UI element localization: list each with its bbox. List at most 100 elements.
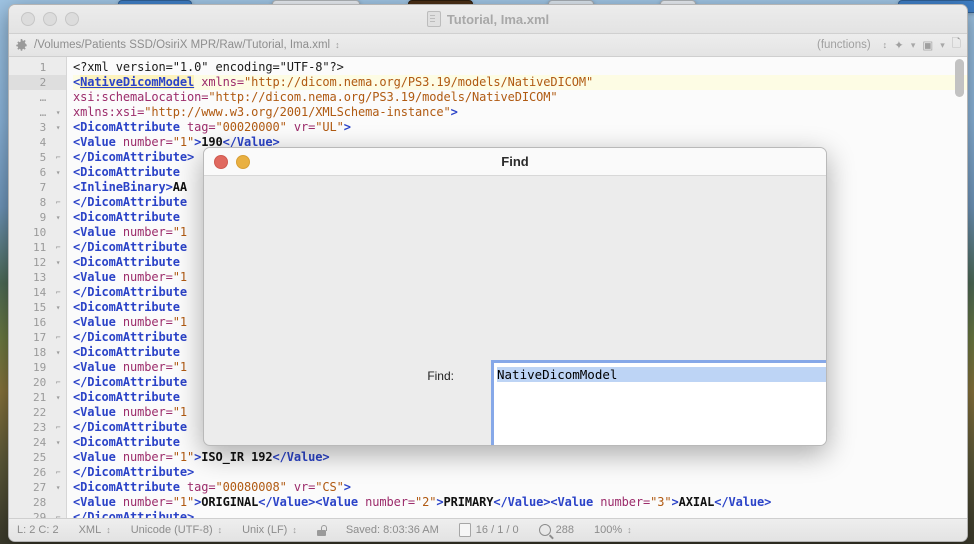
gutter-row[interactable]: … <box>9 90 66 105</box>
split-view-icon[interactable]: ▣ <box>922 38 933 52</box>
gutter-row[interactable]: 17 ⌐ <box>9 330 66 345</box>
find-dialog-titlebar[interactable]: Find <box>204 148 826 176</box>
lock-toggle[interactable] <box>316 524 327 536</box>
bookmark-icon[interactable]: ✦ <box>894 38 904 52</box>
code-token: <DicomAttribute <box>73 300 180 314</box>
line-number: 3 <box>39 121 47 134</box>
fold-toggle-icon[interactable]: ▾ <box>50 435 66 450</box>
split-chevron-down-icon[interactable]: ▾ <box>940 40 945 51</box>
fold-toggle-icon[interactable]: ⌐ <box>50 195 66 210</box>
bookmark-chevron-down-icon[interactable]: ▾ <box>911 40 916 51</box>
gutter-row[interactable]: 25 <box>9 450 66 465</box>
gutter-row[interactable]: 19 <box>9 360 66 375</box>
gutter-row[interactable]: 29 ⌐ <box>9 510 66 518</box>
fold-toggle-icon[interactable]: ▾ <box>50 210 66 225</box>
line-number: 17 <box>33 331 47 344</box>
fold-toggle-icon[interactable]: ⌐ <box>50 375 66 390</box>
fold-toggle-icon[interactable]: ▾ <box>50 390 66 405</box>
fold-toggle-icon[interactable]: ▾ <box>50 105 66 120</box>
line-endings-stepper-icon[interactable]: ↕ <box>292 525 297 535</box>
new-document-icon[interactable]: 🗋 <box>952 36 961 55</box>
gutter-row[interactable]: 14 ⌐ <box>9 285 66 300</box>
gutter-row[interactable]: 27 ▾ <box>9 480 66 495</box>
gutter-row[interactable]: 15 ▾ <box>9 300 66 315</box>
gutter-row[interactable]: 8 ⌐ <box>9 195 66 210</box>
gutter-row[interactable]: 2 <box>9 75 66 90</box>
window-titlebar[interactable]: Tutorial, Ima.xml <box>9 5 967 34</box>
gutter-row[interactable]: 5 ⌐ <box>9 150 66 165</box>
fold-toggle-icon[interactable]: ▾ <box>50 120 66 135</box>
functions-popup[interactable]: (functions) <box>817 39 871 51</box>
scrollbar-thumb[interactable] <box>955 59 964 97</box>
code-token: "2" <box>415 495 437 509</box>
gutter-row[interactable]: 16 <box>9 315 66 330</box>
close-button[interactable] <box>21 12 35 26</box>
gutter-row[interactable]: 23 ⌐ <box>9 420 66 435</box>
code-token: "1 <box>172 360 187 374</box>
fold-toggle-icon[interactable]: ▾ <box>50 165 66 180</box>
zoom-button[interactable] <box>65 12 79 26</box>
gutter-row[interactable]: 1 <box>9 60 66 75</box>
functions-stepper-icon[interactable]: ↕ <box>883 40 888 50</box>
gutter-row[interactable]: 22 <box>9 405 66 420</box>
syntax-stepper-icon[interactable]: ↕ <box>106 525 111 535</box>
gutter-row[interactable]: 3 ▾ <box>9 120 66 135</box>
fold-toggle-icon[interactable]: ⌐ <box>50 285 66 300</box>
gutter-row[interactable]: … ▾ <box>9 105 66 120</box>
fold-toggle-icon[interactable]: ⌐ <box>50 510 66 518</box>
encoding-stepper-icon[interactable]: ↕ <box>218 525 223 535</box>
gutter-row[interactable]: 11 ⌐ <box>9 240 66 255</box>
gutter-row[interactable]: 20 ⌐ <box>9 375 66 390</box>
line-endings-popup[interactable]: Unix (LF) ↕ <box>242 524 297 536</box>
fold-toggle-icon[interactable]: ⌐ <box>50 420 66 435</box>
code-line[interactable]: <Value number="1">ISO_IR 192</Value> <box>73 450 967 465</box>
zoom-popup[interactable]: 100% ↕ <box>594 524 632 536</box>
code-token: <DicomAttribute <box>73 435 180 449</box>
code-line[interactable]: <Value number="1">ORIGINAL</Value><Value… <box>73 495 967 510</box>
code-line[interactable]: <?xml version="1.0" encoding="UTF-8"?> <box>73 60 967 75</box>
gutter-row[interactable]: 26 ⌐ <box>9 465 66 480</box>
fold-toggle-icon[interactable]: ▾ <box>50 345 66 360</box>
fold-toggle-icon[interactable]: ⌐ <box>50 240 66 255</box>
code-token: </Value><Value <box>258 495 366 509</box>
gutter-row[interactable]: 10 <box>9 225 66 240</box>
code-line[interactable]: <NativeDicomModel xmlns="http://dicom.ne… <box>73 75 967 90</box>
code-token: "1 <box>172 315 187 329</box>
code-line[interactable]: </DicomAttribute> <box>73 465 967 480</box>
syntax-mode-popup[interactable]: XML ↕ <box>79 524 111 536</box>
find-minimize-button[interactable] <box>236 154 250 169</box>
minimize-button[interactable] <box>43 12 57 26</box>
gutter-row[interactable]: 24 ▾ <box>9 435 66 450</box>
gutter-row[interactable]: 13 <box>9 270 66 285</box>
find-close-button[interactable] <box>214 154 228 169</box>
file-path[interactable]: /Volumes/Patients SSD/OsiriX MPR/Raw/Tut… <box>34 39 330 51</box>
encoding-popup[interactable]: Unicode (UTF-8) ↕ <box>131 524 222 536</box>
gutter-row[interactable]: 6 ▾ <box>9 165 66 180</box>
fold-toggle-icon[interactable]: ⌐ <box>50 465 66 480</box>
gutter-row[interactable]: 12 ▾ <box>9 255 66 270</box>
gear-icon[interactable] <box>15 38 28 52</box>
gutter-row[interactable]: 7 <box>9 180 66 195</box>
code-token: number= <box>600 495 651 509</box>
code-line[interactable]: xsi:schemaLocation="http://dicom.nema.or… <box>73 90 967 105</box>
gutter-row[interactable]: 18 ▾ <box>9 345 66 360</box>
vertical-scrollbar[interactable] <box>954 59 965 516</box>
find-input[interactable]: NativeDicomModel <box>491 360 826 445</box>
gutter-row[interactable]: 28 <box>9 495 66 510</box>
gutter-row[interactable]: 21 ▾ <box>9 390 66 405</box>
gutter-row[interactable]: 9 ▾ <box>9 210 66 225</box>
gutter-row[interactable]: 4 <box>9 135 66 150</box>
fold-toggle-icon[interactable]: ▾ <box>50 300 66 315</box>
code-line[interactable]: xmlns:xsi="http://www.w3.org/2001/XMLSch… <box>73 105 967 120</box>
code-token: number= <box>122 225 173 239</box>
code-token: number= <box>365 495 415 509</box>
code-line[interactable]: <DicomAttribute tag="00080008" vr="CS"> <box>73 480 967 495</box>
code-line[interactable]: <DicomAttribute tag="00020000" vr="UL"> <box>73 120 967 135</box>
path-stepper-icon[interactable]: ↕ <box>335 40 340 50</box>
fold-toggle-icon[interactable]: ⌐ <box>50 150 66 165</box>
fold-toggle-icon[interactable]: ⌐ <box>50 330 66 345</box>
fold-toggle-icon[interactable]: ▾ <box>50 480 66 495</box>
fold-toggle-icon[interactable]: ▾ <box>50 255 66 270</box>
zoom-stepper-icon[interactable]: ↕ <box>627 525 632 535</box>
code-line[interactable]: </DicomAttribute> <box>73 510 967 518</box>
